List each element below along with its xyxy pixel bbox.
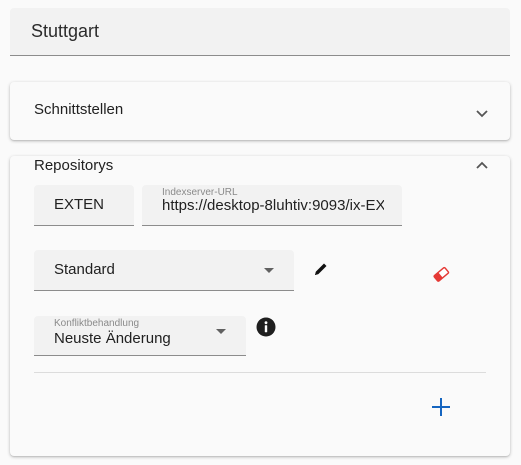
dropdown-arrow-icon <box>264 268 274 273</box>
repository-prefix-value: EXTEN <box>54 196 105 213</box>
info-icon[interactable] <box>256 317 276 337</box>
chevron-down-icon[interactable] <box>475 106 489 120</box>
pencil-icon[interactable] <box>313 261 329 277</box>
panel-repositorys: Repositorys EXTEN Indexserver-URL https:… <box>10 156 510 456</box>
divider <box>34 372 486 373</box>
indexserver-url-field[interactable]: Indexserver-URL https://desktop-8luhtiv:… <box>142 185 402 226</box>
chevron-up-icon[interactable] <box>475 158 489 172</box>
eraser-icon[interactable] <box>432 266 450 282</box>
dropdown-arrow-icon <box>216 329 226 334</box>
indexserver-url-value: https://desktop-8luhtiv:9093/ix-EX <box>162 197 384 214</box>
repository-type-select[interactable]: Standard <box>34 250 294 291</box>
conflict-handling-value: Neuste Änderung <box>54 330 171 347</box>
conflict-handling-label: Konfliktbehandlung <box>54 318 140 329</box>
panel-schnittstellen-label: Schnittstellen <box>34 101 124 118</box>
plus-icon[interactable] <box>431 397 451 417</box>
location-title-field[interactable]: Stuttgart <box>10 8 510 56</box>
location-title: Stuttgart <box>31 21 100 41</box>
conflict-handling-select[interactable]: Konfliktbehandlung Neuste Änderung <box>34 316 246 356</box>
panel-repositorys-label: Repositorys <box>34 157 114 174</box>
panel-schnittstellen[interactable]: Schnittstellen <box>10 82 510 140</box>
repository-type-value: Standard <box>54 261 115 278</box>
repository-prefix-field[interactable]: EXTEN <box>34 185 134 226</box>
